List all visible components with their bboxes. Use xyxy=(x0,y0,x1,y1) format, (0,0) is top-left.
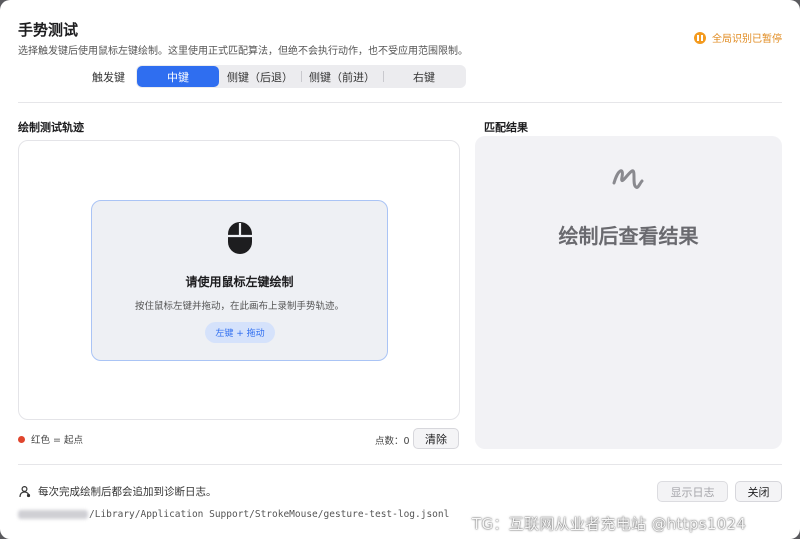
clear-button[interactable]: 清除 xyxy=(413,428,459,449)
draw-section-title: 绘制测试轨迹 xyxy=(18,121,84,134)
footer-note: 每次完成绘制后都会追加到诊断日志。 xyxy=(18,484,217,499)
recognition-status: 全局识别已暂停 xyxy=(694,30,782,45)
trigger-option-middle[interactable]: 中键 xyxy=(137,66,219,87)
log-path: /Library/Application Support/StrokeMouse… xyxy=(18,509,449,520)
footer-note-text: 每次完成绘制后都会追加到诊断日志。 xyxy=(38,486,217,498)
gesture-squiggle-icon xyxy=(612,169,644,189)
show-log-button[interactable]: 显示日志 xyxy=(657,481,728,502)
footer-divider xyxy=(18,464,782,465)
legend-label: 红色 = 起点 xyxy=(31,435,83,446)
drawing-canvas[interactable]: 请使用鼠标左键绘制 按住鼠标左键并拖动，在此画布上录制手势轨迹。 左键 + 拖动 xyxy=(18,140,460,420)
hint-badge: 左键 + 拖动 xyxy=(205,322,275,343)
gesture-test-window: 手势测试 选择触发键后使用鼠标左键绘制。这里使用正式匹配算法，但绝不会执行动作，… xyxy=(0,0,800,539)
log-path-text: /Library/Application Support/StrokeMouse… xyxy=(89,509,450,520)
trigger-option-right[interactable]: 右键 xyxy=(383,66,465,87)
match-result-panel: 绘制后查看结果 xyxy=(475,136,782,449)
page-subtitle: 选择触发键后使用鼠标左键绘制。这里使用正式匹配算法，但绝不会执行动作，也不受应用… xyxy=(18,46,468,57)
page-title: 手势测试 xyxy=(18,21,79,39)
result-section-title: 匹配结果 xyxy=(484,121,528,134)
red-dot-icon xyxy=(18,435,25,443)
diagnostic-icon xyxy=(19,485,31,498)
watermark: TG：互联网从业者充电站 @https1024 xyxy=(472,515,747,533)
trigger-segmented-control: 中键 侧键（后退） 侧键（前进） 右键 xyxy=(136,65,466,88)
header-divider xyxy=(18,102,782,103)
pause-icon xyxy=(694,31,706,44)
prompt-description: 按住鼠标左键并拖动，在此画布上录制手势轨迹。 xyxy=(134,301,344,312)
result-placeholder: 绘制后查看结果 xyxy=(558,224,699,248)
trigger-option-side-forward[interactable]: 侧键（前进） xyxy=(301,66,383,87)
redacted-path-prefix xyxy=(18,510,88,519)
start-point-legend: 红色 = 起点 xyxy=(18,432,83,446)
close-button[interactable]: 关闭 xyxy=(735,481,782,502)
prompt-title: 请使用鼠标左键绘制 xyxy=(185,275,294,289)
trigger-selector: 触发键 中键 侧键（后退） 侧键（前进） 右键 xyxy=(92,65,466,88)
point-count: 点数：0 xyxy=(375,436,410,447)
draw-prompt-card: 请使用鼠标左键绘制 按住鼠标左键并拖动，在此画布上录制手势轨迹。 左键 + 拖动 xyxy=(91,200,388,361)
mouse-icon xyxy=(228,222,252,254)
trigger-label: 触发键 xyxy=(92,70,125,84)
trigger-option-side-back[interactable]: 侧键（后退） xyxy=(219,66,301,87)
status-label: 全局识别已暂停 xyxy=(712,34,782,45)
